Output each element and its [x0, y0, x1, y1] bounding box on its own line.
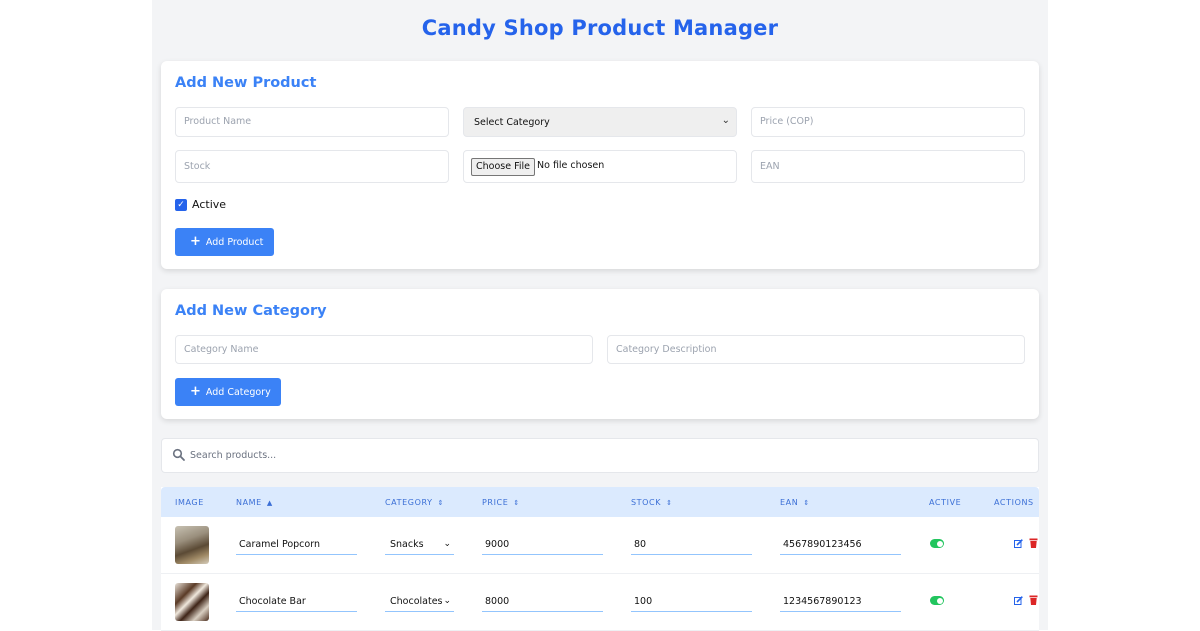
row-name-input[interactable]: Chocolate Bar	[236, 593, 357, 612]
trash-icon[interactable]	[1029, 595, 1038, 605]
add-product-button[interactable]: + Add Product	[175, 228, 274, 256]
category-select[interactable]: Select Category ⌄	[463, 107, 737, 137]
add-product-title: Add New Product	[175, 75, 317, 91]
row-stock-input[interactable]: 100	[631, 593, 752, 612]
choose-file-button[interactable]: Choose File	[471, 158, 535, 176]
add-category-card: Add New Category Category Name Category …	[161, 289, 1039, 419]
table-row: Chocolate Bar Chocolates ⌄ 8000 100 1234…	[161, 574, 1039, 631]
header-price[interactable]: PRICE ⇕	[482, 498, 520, 507]
header-stock[interactable]: STOCK ⇕	[631, 498, 673, 507]
row-ean-input[interactable]: 1234567890123	[780, 593, 901, 612]
add-category-title: Add New Category	[175, 303, 327, 319]
row-stock-input[interactable]: 80	[631, 536, 752, 555]
row-ean-input[interactable]: 4567890123456	[780, 536, 901, 555]
add-product-label: Add Product	[205, 236, 264, 248]
table-header: IMAGE NAME ▲ CATEGORY ⇕ PRICE ⇕ STOCK ⇕ EAN ⇕…	[161, 487, 1039, 517]
sort-icon: ⇕	[513, 499, 520, 507]
chevron-down-icon: ⌄	[443, 539, 451, 549]
add-product-card: Add New Product Product Name Select Cate…	[161, 61, 1039, 269]
products-table: IMAGE NAME ▲ CATEGORY ⇕ PRICE ⇕ STOCK ⇕ EAN ⇕…	[161, 487, 1039, 631]
category-select-value: Select Category	[474, 117, 550, 128]
category-name-placeholder: Category Name	[184, 344, 259, 355]
row-category-value: Chocolates	[390, 596, 443, 607]
header-ean-label: EAN	[780, 498, 799, 507]
plus-icon: +	[190, 384, 201, 399]
header-price-label: PRICE	[482, 498, 509, 507]
row-price-input[interactable]: 8000	[482, 593, 603, 612]
search-placeholder: Search products...	[190, 450, 277, 461]
product-name-input[interactable]: Product Name	[175, 107, 449, 137]
category-description-input[interactable]: Category Description	[607, 335, 1025, 364]
category-description-placeholder: Category Description	[616, 344, 717, 355]
search-icon	[172, 448, 185, 461]
trash-icon[interactable]	[1029, 538, 1038, 548]
active-toggle[interactable]	[930, 596, 944, 605]
search-input[interactable]: Search products...	[161, 438, 1039, 473]
row-name-input[interactable]: Caramel Popcorn	[236, 536, 357, 555]
product-name-placeholder: Product Name	[184, 116, 252, 127]
active-checkbox[interactable]: ✓	[175, 199, 187, 211]
header-category[interactable]: CATEGORY ⇕	[385, 498, 444, 507]
edit-icon[interactable]	[1014, 596, 1023, 605]
add-category-button[interactable]: + Add Category	[175, 378, 281, 406]
header-stock-label: STOCK	[631, 498, 662, 507]
row-category-select[interactable]: Chocolates ⌄	[385, 593, 454, 612]
header-name[interactable]: NAME ▲	[236, 498, 273, 507]
toggle-knob	[936, 597, 943, 604]
edit-icon[interactable]	[1014, 539, 1023, 548]
category-name-input[interactable]: Category Name	[175, 335, 593, 364]
header-image: IMAGE	[175, 498, 204, 507]
price-placeholder: Price (COP)	[760, 116, 814, 127]
header-category-label: CATEGORY	[385, 498, 433, 507]
plus-icon: +	[190, 234, 201, 249]
stock-placeholder: Stock	[184, 161, 211, 172]
page-container: Candy Shop Product Manager Add New Produ…	[152, 0, 1048, 631]
header-active: ACTIVE	[929, 498, 962, 507]
product-image	[175, 583, 209, 621]
page-title: Candy Shop Product Manager	[421, 16, 779, 40]
sort-icon: ⇕	[437, 499, 445, 507]
header-name-label: NAME	[236, 498, 262, 507]
add-category-label: Add Category	[205, 386, 271, 398]
table-row: Caramel Popcorn Snacks ⌄ 9000 80 4567890…	[161, 517, 1039, 574]
header-actions: ACTIONS	[994, 498, 1034, 507]
chevron-down-icon: ⌄	[721, 115, 730, 126]
sort-icon: ⇕	[666, 499, 673, 507]
row-category-value: Snacks	[390, 539, 424, 550]
stock-input[interactable]: Stock	[175, 150, 449, 183]
active-label: Active	[192, 198, 227, 211]
active-toggle[interactable]	[930, 539, 944, 548]
chevron-down-icon: ⌄	[443, 596, 451, 606]
ean-input[interactable]: EAN	[751, 150, 1025, 183]
product-image	[175, 526, 209, 564]
price-input[interactable]: Price (COP)	[751, 107, 1025, 137]
ean-placeholder: EAN	[760, 161, 780, 172]
row-category-select[interactable]: Snacks ⌄	[385, 536, 454, 555]
file-status: No file chosen	[537, 160, 605, 171]
sort-up-icon: ▲	[266, 499, 273, 507]
sort-icon: ⇕	[803, 499, 810, 507]
row-price-input[interactable]: 9000	[482, 536, 603, 555]
image-file-input[interactable]: Choose File No file chosen	[463, 150, 737, 183]
toggle-knob	[936, 540, 943, 547]
header-ean[interactable]: EAN ⇕	[780, 498, 810, 507]
